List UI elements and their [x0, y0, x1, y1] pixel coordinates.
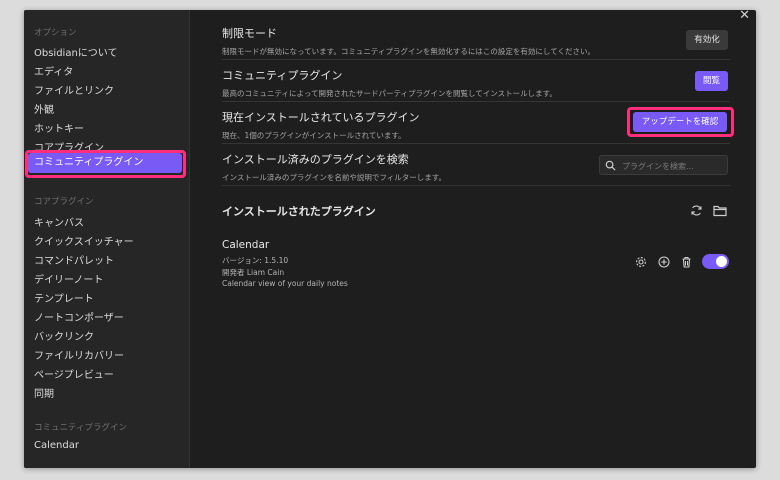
divider — [222, 101, 730, 102]
sidebar-item-editor[interactable]: エディタ — [34, 63, 73, 78]
sidebar-heading-core: コアプラグイン — [34, 197, 94, 207]
sidebar-item-note-composer[interactable]: ノートコンポーザー — [34, 309, 124, 324]
sidebar-item-hotkeys[interactable]: ホットキー — [34, 120, 84, 135]
settings-window: オプション Obsidianについて エディタ ファイルとリンク 外観 ホットキ… — [24, 10, 756, 468]
search-icon — [605, 160, 616, 171]
divider — [222, 143, 730, 144]
sidebar-item-calendar[interactable]: Calendar — [34, 440, 79, 451]
sidebar-item-file-recovery[interactable]: ファイルリカバリー — [34, 347, 124, 362]
plugin-enable-toggle[interactable] — [702, 254, 729, 269]
plugin-search-input[interactable] — [620, 158, 724, 174]
sidebar-item-templates[interactable]: テンプレート — [34, 290, 94, 305]
sidebar-item-files-links[interactable]: ファイルとリンク — [34, 82, 114, 97]
close-icon[interactable]: ✕ — [739, 10, 750, 23]
divider — [222, 59, 730, 60]
setting-restricted-mode: 制限モード 制限モードが無効になっています。コミュニティプラグインを無効化するに… — [222, 25, 728, 57]
reload-icon[interactable] — [690, 204, 703, 217]
sidebar-item-canvas[interactable]: キャンバス — [34, 214, 84, 229]
plugin-description: Calendar view of your daily notes — [222, 279, 348, 288]
add-hotkey-icon[interactable] — [658, 256, 670, 268]
sidebar-heading-community: コミュニティプラグイン — [34, 423, 127, 433]
sidebar-item-page-preview[interactable]: ページプレビュー — [34, 366, 114, 381]
plugin-author: 開発者 Liam Cain — [222, 268, 285, 277]
sidebar-item-sync[interactable]: 同期 — [34, 385, 54, 400]
divider — [222, 185, 730, 186]
sidebar-item-appearance[interactable]: 外観 — [34, 101, 54, 116]
setting-title: コミュニティプラグイン — [222, 69, 343, 82]
installed-plugins-heading: インストールされたプラグイン — [222, 205, 376, 218]
setting-description: 制限モードが無効になっています。コミュニティプラグインを無効化するにはこの設定を… — [222, 47, 595, 56]
setting-title: 制限モード — [222, 27, 277, 40]
sidebar-item-backlinks[interactable]: バックリンク — [34, 328, 94, 343]
plugin-name: Calendar — [222, 239, 270, 251]
folder-icon[interactable] — [713, 204, 727, 217]
enable-restricted-mode-button[interactable]: 有効化 — [686, 30, 728, 50]
browse-plugins-button[interactable]: 閲覧 — [695, 71, 728, 91]
highlight-check-updates — [627, 107, 734, 137]
sidebar-item-quick-switcher[interactable]: クイックスイッチャー — [34, 233, 134, 248]
plugin-search-field[interactable] — [599, 155, 728, 175]
plugin-item-calendar: Calendar バージョン: 1.5.10 開発者 Liam Cain Cal… — [222, 239, 348, 288]
sidebar-item-daily-notes[interactable]: デイリーノート — [34, 271, 103, 286]
setting-community-plugins: コミュニティプラグイン 最高のコミュニティによって開発されたサードパーティプラグ… — [222, 67, 728, 99]
setting-description: 最高のコミュニティによって開発されたサードパーティプラグインを閲覧してインストー… — [222, 89, 557, 98]
sidebar-item-about[interactable]: Obsidianについて — [34, 44, 118, 59]
settings-sidebar: オプション Obsidianについて エディタ ファイルとリンク 外観 ホットキ… — [24, 10, 190, 468]
plugin-version: バージョン: 1.5.10 — [222, 256, 289, 265]
sidebar-item-command-palette[interactable]: コマンドパレット — [34, 252, 114, 267]
gear-icon[interactable] — [635, 256, 647, 268]
toggle-knob — [716, 256, 727, 267]
sidebar-heading-options: オプション — [34, 28, 77, 38]
highlight-sidebar-community — [25, 150, 186, 178]
trash-icon[interactable] — [681, 256, 692, 268]
